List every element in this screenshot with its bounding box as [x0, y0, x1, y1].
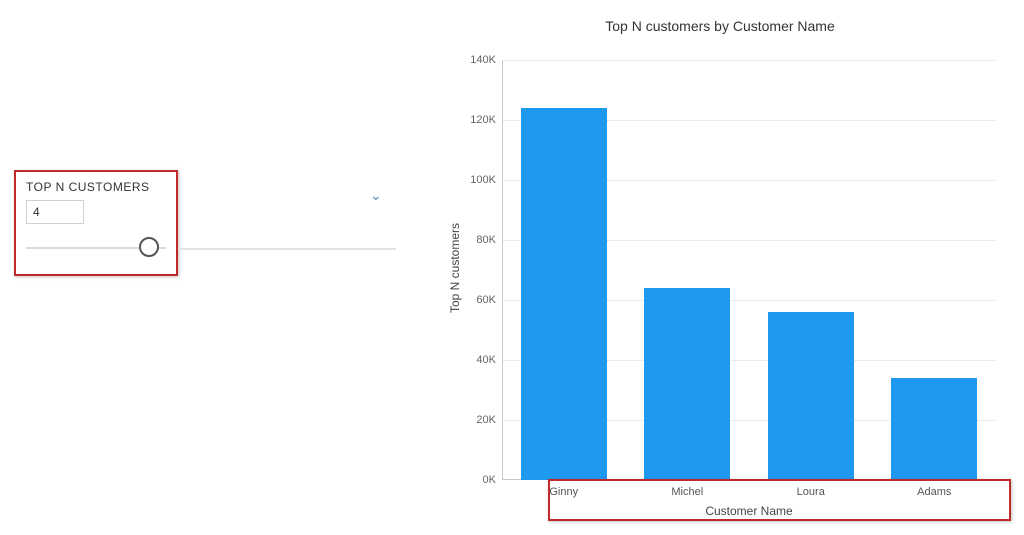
x-axis-label: Customer Name	[502, 504, 996, 518]
y-tick-label: 100K	[470, 174, 496, 186]
gridline	[502, 60, 996, 61]
x-tick-label: Michel	[671, 486, 703, 498]
chart-title: Top N customers by Customer Name	[430, 18, 1010, 34]
bar-loura[interactable]	[768, 312, 854, 480]
y-tick-label: 0K	[483, 474, 496, 486]
x-tick-label: Loura	[797, 486, 825, 498]
y-tick-label: 40K	[476, 354, 496, 366]
bar-adams[interactable]	[891, 378, 977, 480]
y-tick-label: 80K	[476, 234, 496, 246]
top-n-slider[interactable]	[26, 238, 166, 258]
top-n-input[interactable]	[26, 200, 84, 224]
x-tick-label: Ginny	[549, 486, 578, 498]
bar-chart: Top N customers by Customer Name Top N c…	[430, 18, 1010, 528]
y-tick-label: 120K	[470, 114, 496, 126]
bar-ginny[interactable]	[521, 108, 607, 480]
bar-michel[interactable]	[644, 288, 730, 480]
plot-area: 0K20K40K60K80K100K120K140KGinnyMichelLou…	[502, 60, 996, 480]
y-tick-label: 140K	[470, 54, 496, 66]
y-tick-label: 60K	[476, 294, 496, 306]
y-axis-line	[502, 60, 503, 480]
filter-title: TOP N CUSTOMERS	[26, 180, 166, 194]
x-tick-label: Adams	[917, 486, 951, 498]
slider-track-extension	[178, 248, 396, 250]
y-axis-label: Top N customers	[448, 223, 462, 313]
slider-thumb[interactable]	[139, 237, 159, 257]
top-n-filter-panel: TOP N CUSTOMERS	[14, 170, 178, 276]
chevron-down-icon[interactable]: ⌄	[370, 188, 382, 202]
y-tick-label: 20K	[476, 414, 496, 426]
